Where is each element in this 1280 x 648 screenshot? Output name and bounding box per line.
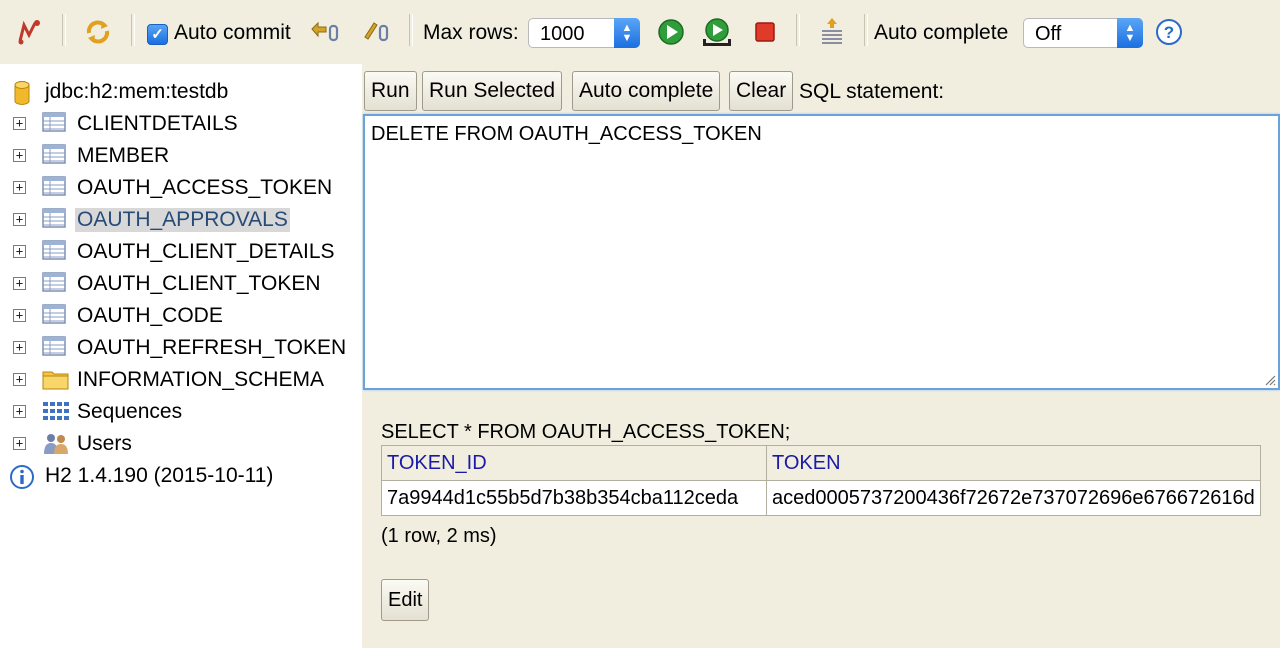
table-icon (42, 176, 70, 200)
help-icon[interactable]: ? (1153, 16, 1185, 48)
result-statement: SELECT * FROM OAUTH_ACCESS_TOKEN; (381, 421, 791, 443)
refresh-icon[interactable] (82, 16, 114, 48)
max-rows-label: Max rows: (423, 21, 519, 44)
table-icon (42, 272, 70, 296)
toolbar-separator (796, 14, 800, 46)
table-row: 7a9944d1c55b5d7b38b354cba112ceda aced000… (381, 480, 1261, 516)
run-icon[interactable] (655, 16, 687, 48)
table-icon (42, 304, 70, 328)
sql-text[interactable]: DELETE FROM OAUTH_ACCESS_TOKEN (371, 122, 762, 146)
stop-icon[interactable] (749, 16, 781, 48)
tree-item-label[interactable]: CLIENTDETAILS (77, 112, 238, 136)
sql-statement-label: SQL statement: (799, 80, 945, 103)
clear-button[interactable]: Clear (729, 71, 794, 111)
users-icon (42, 432, 70, 456)
result-summary: (1 row, 2 ms) (381, 525, 497, 547)
tree-item[interactable]: + INFORMATION_SCHEMA (0, 365, 362, 395)
expand-icon[interactable]: + (13, 245, 26, 258)
tree-item[interactable]: + OAUTH_CLIENT_DETAILS (0, 237, 362, 267)
sequences-icon (42, 400, 70, 424)
auto-commit-label[interactable]: Auto commit (174, 21, 291, 45)
tree-item-label[interactable]: Sequences (77, 400, 182, 424)
tree-item-label[interactable]: Users (77, 432, 132, 456)
table-cell: 7a9944d1c55b5d7b38b354cba112ceda (381, 480, 767, 516)
run-selected-button[interactable]: Run Selected (422, 71, 563, 111)
expand-icon[interactable]: + (13, 213, 26, 226)
results-panel: SELECT * FROM OAUTH_ACCESS_TOKEN; TOKEN_… (362, 398, 1280, 648)
connection-label: jdbc:h2:mem:testdb (45, 80, 229, 103)
toolbar-separator (409, 14, 413, 46)
table-icon (42, 336, 70, 360)
resize-handle-icon[interactable] (1264, 374, 1276, 386)
chevron-updown-icon: ▲ ▼ (614, 18, 640, 48)
auto-complete-value: Off (1035, 23, 1062, 45)
column-header[interactable]: TOKEN_ID (381, 445, 767, 481)
tree-item-label[interactable]: OAUTH_APPROVALS (75, 208, 290, 232)
sql-editor[interactable]: DELETE FROM OAUTH_ACCESS_TOKEN (363, 114, 1280, 390)
rollback-icon[interactable] (308, 16, 340, 48)
expand-icon[interactable]: + (13, 309, 26, 322)
tree-item-label[interactable]: OAUTH_CLIENT_DETAILS (77, 240, 335, 264)
max-rows-value: 1000 (540, 23, 585, 45)
expand-icon[interactable]: + (13, 117, 26, 130)
database-icon (12, 80, 40, 105)
disconnect-icon[interactable] (14, 16, 46, 48)
tree-connection[interactable]: jdbc:h2:mem:testdb (0, 77, 362, 107)
info-icon (9, 464, 37, 489)
tree-item-label[interactable]: OAUTH_REFRESH_TOKEN (77, 336, 346, 360)
tree-item[interactable]: + OAUTH_REFRESH_TOKEN (0, 333, 362, 363)
chevron-updown-icon: ▲ ▼ (1117, 18, 1143, 48)
auto-commit-checkbox[interactable]: ✓ (147, 24, 168, 45)
tree-item-label[interactable]: INFORMATION_SCHEMA (77, 368, 324, 392)
tree-item[interactable]: + OAUTH_APPROVALS (0, 205, 362, 235)
expand-icon[interactable]: + (13, 373, 26, 386)
history-icon[interactable] (816, 16, 848, 48)
tree-item-label[interactable]: OAUTH_CLIENT_TOKEN (77, 272, 321, 296)
expand-icon[interactable]: + (13, 405, 26, 418)
database-tree: jdbc:h2:mem:testdb + CLIENTDETAILS + MEMBER… (0, 64, 362, 648)
run-selected-icon[interactable] (701, 16, 733, 48)
table-cell: aced0005737200436f72672e737072696e676672… (766, 480, 1261, 516)
commit-icon[interactable] (360, 16, 392, 48)
folder-icon (42, 368, 70, 392)
toolbar-separator (62, 14, 66, 46)
auto-complete-label: Auto complete (874, 21, 1009, 44)
tree-item[interactable]: + CLIENTDETAILS (0, 109, 362, 139)
tree-item[interactable]: + MEMBER (0, 141, 362, 171)
tree-item[interactable]: + Sequences (0, 397, 362, 427)
version-label: H2 1.4.190 (2015-10-11) (45, 464, 274, 487)
table-header-row: TOKEN_ID TOKEN (381, 445, 1261, 481)
run-button[interactable]: Run (364, 71, 417, 111)
expand-icon[interactable]: + (13, 341, 26, 354)
tree-item[interactable]: + OAUTH_ACCESS_TOKEN (0, 173, 362, 203)
column-header[interactable]: TOKEN (766, 445, 1261, 481)
results-table: TOKEN_ID TOKEN 7a9944d1c55b5d7b38b354cba… (381, 445, 1261, 516)
toolbar-separator (864, 14, 868, 46)
table-icon (42, 208, 70, 232)
expand-icon[interactable]: + (13, 149, 26, 162)
tree-item[interactable]: + OAUTH_CODE (0, 301, 362, 331)
auto-complete-button[interactable]: Auto complete (572, 71, 721, 111)
expand-icon[interactable]: + (13, 277, 26, 290)
tree-item[interactable]: + OAUTH_CLIENT_TOKEN (0, 269, 362, 299)
max-rows-select[interactable]: 1000 ▲ ▼ (528, 18, 640, 48)
tree-version: H2 1.4.190 (2015-10-11) (0, 461, 362, 491)
expand-icon[interactable]: + (13, 181, 26, 194)
table-icon (42, 240, 70, 264)
tree-item-label[interactable]: MEMBER (77, 144, 169, 168)
toolbar: ✓ Auto commit Max rows: 1000 ▲ ▼ Auto co… (0, 0, 1280, 64)
edit-button[interactable]: Edit (381, 579, 430, 621)
auto-complete-select[interactable]: Off ▲ ▼ (1023, 18, 1143, 48)
tree-item-label[interactable]: OAUTH_ACCESS_TOKEN (77, 176, 332, 200)
toolbar-separator (131, 14, 135, 46)
expand-icon[interactable]: + (13, 437, 26, 450)
tree-item[interactable]: + Users (0, 429, 362, 459)
svg-text:?: ? (1164, 23, 1174, 42)
table-icon (42, 144, 70, 168)
tree-item-label[interactable]: OAUTH_CODE (77, 304, 223, 328)
table-icon (42, 112, 70, 136)
